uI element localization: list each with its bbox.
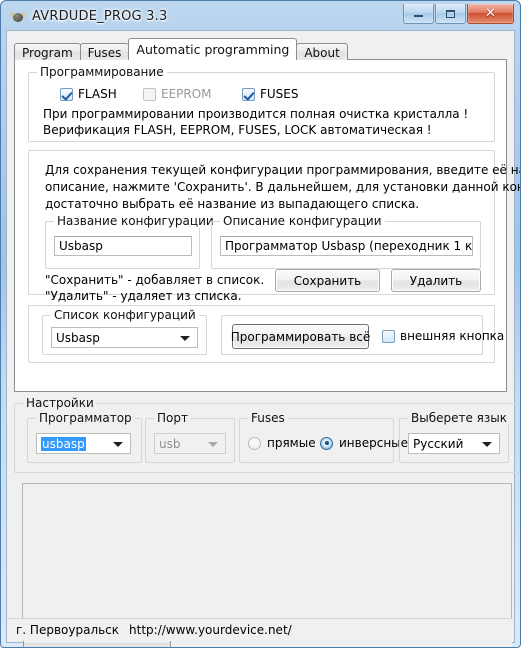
close-icon: ✕: [485, 5, 496, 21]
tab-fuses[interactable]: Fuses: [79, 43, 130, 60]
tab-automatic-programming[interactable]: Automatic programming: [128, 38, 298, 60]
checkbox-external-button-label: внешняя кнопка: [400, 329, 505, 343]
status-bar: г. Первоуральск http://www.yourdevice.ne…: [8, 618, 513, 641]
port-combo[interactable]: usb: [154, 433, 226, 454]
chevron-down-icon: [180, 335, 190, 341]
programming-note-line2: Верификация FLASH, EEPROM, FUSES, LOCK а…: [43, 123, 432, 137]
maximize-button[interactable]: [435, 4, 466, 24]
port-value: usb: [159, 436, 181, 451]
delete-button[interactable]: Удалить: [391, 269, 481, 292]
caption-buttons: ✕: [402, 4, 514, 24]
log-output[interactable]: [22, 483, 512, 631]
fuses-settings-legend: Fuses: [248, 411, 288, 425]
fuses-settings-group: Fuses прямые инверсные: [239, 411, 408, 463]
programming-note-line1: При программировании производится полная…: [43, 107, 469, 121]
checkbox-flash-box: [60, 87, 73, 101]
language-combo[interactable]: Русский: [408, 433, 500, 454]
save-button[interactable]: Сохранить: [275, 269, 380, 292]
radio-fuses-direct-label: прямые: [267, 436, 316, 450]
configuration-list-row: Список конфигураций Usbasp Программирова…: [28, 305, 504, 363]
chevron-down-icon: [208, 441, 218, 447]
checkbox-eeprom[interactable]: EEPROM: [143, 87, 212, 101]
tab-about[interactable]: About: [296, 43, 348, 60]
radio-fuses-inverse-label: инверсные: [339, 436, 409, 450]
checkbox-external-button[interactable]: внешняя кнопка: [382, 329, 504, 343]
port-legend: Порт: [154, 411, 191, 425]
client-area: Program Fuses Automatic programming Abou…: [6, 30, 520, 647]
checkbox-fuses[interactable]: FUSES: [242, 87, 299, 101]
tab-strip: Program Fuses Automatic programming Abou…: [14, 38, 514, 60]
configuration-list-legend: Список конфигураций: [51, 308, 199, 322]
config-name-group: Название конфигурации Usbasp: [45, 214, 217, 269]
checkbox-fuses-box: [242, 87, 255, 101]
checkbox-eeprom-box: [143, 87, 156, 101]
status-url: http://www.yourdevice.net/: [129, 623, 292, 637]
programmer-value: usbasp: [41, 436, 86, 451]
config-help-line3: достаточно выбрать её название из выпада…: [45, 197, 420, 211]
settings-group: Настройки Программатор usbasp Порт usb F…: [14, 396, 520, 473]
title-bar: AVRDUDE_PROG 3.3 ✕: [6, 4, 515, 28]
config-help-line2: описание, нажмите 'Сохранить'. В дальней…: [45, 180, 520, 194]
status-city: г. Первоуральск: [16, 623, 120, 637]
port-group: Порт usb: [145, 411, 235, 463]
program-all-button[interactable]: Программировать всё: [231, 324, 370, 349]
programming-group: Программирование FLASH EEPROM FUSES При …: [28, 65, 495, 142]
tab-page-automatic-programming: Программирование FLASH EEPROM FUSES При …: [14, 59, 520, 392]
language-legend: Выберете язык: [408, 411, 510, 425]
config-help-line1: Для сохранения текущей конфигурации прог…: [45, 163, 520, 177]
config-description-group: Описание конфигурации Программатор Usbas…: [211, 214, 481, 269]
radio-fuses-inverse[interactable]: инверсные: [320, 436, 408, 450]
checkbox-flash-label: FLASH: [78, 87, 117, 101]
chevron-down-icon: [482, 441, 492, 447]
programmer-group: Программатор usbasp: [27, 411, 142, 463]
configuration-list-value: Usbasp: [56, 330, 100, 345]
tab-program[interactable]: Program: [14, 43, 81, 60]
config-name-legend: Название конфигурации: [54, 214, 217, 228]
settings-legend: Настройки: [23, 396, 97, 410]
config-hint-line2: "Удалить" - удаляет из списка.: [45, 289, 242, 303]
radio-fuses-inverse-circle: [320, 436, 333, 450]
config-name-input[interactable]: Usbasp: [54, 236, 192, 256]
programmer-combo[interactable]: usbasp: [36, 433, 131, 454]
chevron-down-icon: [113, 441, 123, 447]
radio-fuses-direct-circle: [248, 436, 261, 450]
checkbox-external-button-box: [382, 329, 395, 343]
programming-group-legend: Программирование: [37, 65, 167, 79]
config-description-legend: Описание конфигурации: [220, 214, 385, 228]
window-title: AVRDUDE_PROG 3.3: [32, 9, 168, 24]
program-all-group: Программировать всё внешняя кнопка: [221, 315, 504, 355]
minimize-button[interactable]: [403, 4, 434, 24]
programmer-legend: Программатор: [36, 411, 135, 425]
checkbox-fuses-label: FUSES: [260, 87, 299, 101]
configuration-list-combo[interactable]: Usbasp: [51, 327, 198, 348]
checkbox-flash[interactable]: FLASH: [60, 87, 117, 101]
application-window: AVRDUDE_PROG 3.3 ✕ Program Fuses Automat…: [0, 0, 521, 648]
configuration-group: Для сохранения текущей конфигурации прог…: [28, 150, 520, 303]
language-group: Выберете язык Русский: [399, 411, 510, 463]
radio-fuses-direct[interactable]: прямые: [248, 436, 316, 450]
close-button[interactable]: ✕: [467, 4, 514, 24]
config-description-input[interactable]: Программатор Usbasp (переходник 1 к 1): [220, 236, 473, 256]
bug-icon: [8, 9, 28, 25]
config-hint-line1: "Сохранить" - добавляет в список.: [45, 273, 265, 287]
checkbox-eeprom-label: EEPROM: [161, 87, 212, 101]
configuration-list-group: Список конфигураций Usbasp: [42, 308, 207, 355]
language-value: Русский: [413, 436, 464, 451]
